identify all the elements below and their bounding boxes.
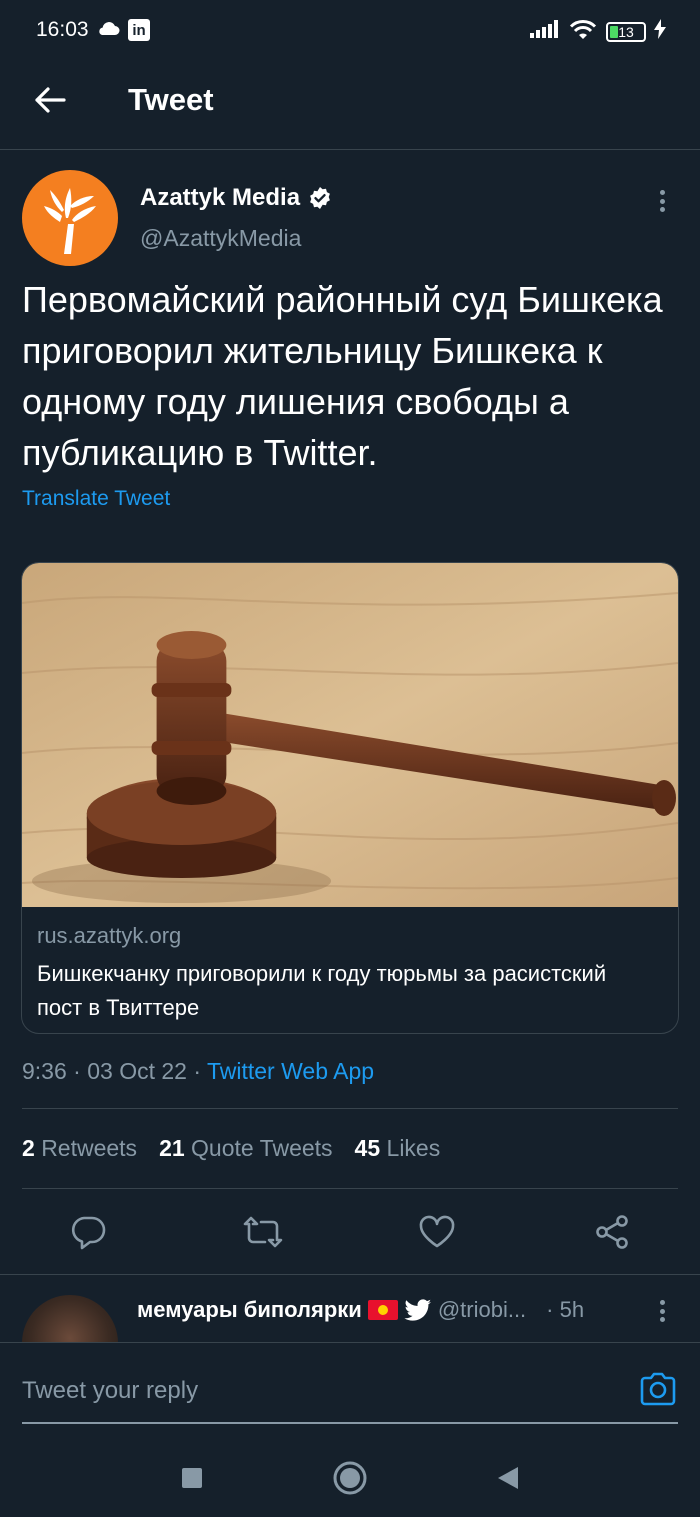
actions-divider	[0, 1274, 700, 1275]
arrow-left-icon	[35, 87, 66, 113]
share-icon	[596, 1215, 628, 1249]
battery-icon: 13	[606, 21, 646, 42]
camera-icon	[640, 1372, 676, 1406]
status-time: 16:03	[36, 18, 89, 41]
author-name[interactable]: Azattyk Media	[140, 184, 332, 212]
author-handle[interactable]: @AzattykMedia	[140, 225, 301, 252]
tweet-actions	[0, 1208, 700, 1256]
retweets-count: 2	[22, 1135, 35, 1161]
separator: ·	[66, 1058, 88, 1084]
cloud-icon	[96, 20, 120, 41]
stats-divider-top	[22, 1108, 678, 1109]
card-domain: rus.azattyk.org	[37, 923, 182, 948]
kyrgyzstan-flag-icon	[367, 1300, 398, 1320]
camera-button[interactable]	[638, 1369, 678, 1409]
system-nav-bar	[0, 1442, 700, 1517]
recents-button[interactable]	[170, 1456, 214, 1500]
likes-label: Likes	[386, 1135, 441, 1161]
reply-button[interactable]	[64, 1208, 112, 1256]
tweet-time: 9:36	[22, 1058, 67, 1084]
likes-stat[interactable]: 45 Likes	[355, 1135, 441, 1162]
translate-tweet-link[interactable]: Translate Tweet	[22, 487, 170, 511]
dot-icon	[659, 190, 665, 195]
quotes-count: 21	[159, 1135, 185, 1161]
heart-icon	[419, 1215, 455, 1248]
retweets-stat[interactable]: 2 Retweets	[22, 1135, 137, 1162]
back-nav-button[interactable]	[486, 1456, 530, 1500]
reply-header[interactable]: мемуары биполярки @triobi... · 5h	[137, 1297, 584, 1323]
charging-icon	[654, 19, 666, 44]
retweets-label: Retweets	[41, 1135, 138, 1161]
square-icon	[182, 1468, 202, 1488]
reply-time: · 5h	[546, 1297, 585, 1322]
tweet-source-link[interactable]: Twitter Web App	[207, 1058, 374, 1084]
dot-icon	[659, 207, 665, 212]
reply-author-handle: @triobi...	[437, 1297, 527, 1322]
retweet-button[interactable]	[239, 1208, 287, 1256]
share-button[interactable]	[588, 1208, 636, 1256]
retweet-icon	[243, 1216, 283, 1248]
card-title: Бишкекчанку приговорили к году тюрьмы за…	[37, 961, 607, 1020]
dot-icon	[659, 1300, 665, 1305]
link-card[interactable]: rus.azattyk.org Бишкекчанку приговорили …	[21, 562, 679, 1034]
quote-tweets-stat[interactable]: 21 Quote Tweets	[159, 1135, 332, 1162]
header-divider	[0, 149, 700, 150]
stats-divider-bottom	[22, 1188, 678, 1189]
tweet-timestamp: 9:36 · 03 Oct 22 · Twitter Web App	[22, 1058, 374, 1085]
gavel-image	[22, 563, 678, 907]
signal-icon	[530, 20, 560, 43]
circle-icon	[333, 1461, 367, 1495]
like-button[interactable]	[413, 1208, 461, 1256]
tweet-date: 03 Oct 22	[87, 1058, 187, 1084]
battery-level: 13	[618, 23, 634, 40]
author-name-text: Azattyk Media	[140, 184, 301, 211]
reply-more-options-button[interactable]	[652, 1298, 672, 1324]
home-button[interactable]	[328, 1456, 372, 1500]
tweet-text: Первомайский районный суд Бишкека пригов…	[22, 279, 663, 473]
verified-badge-icon	[310, 187, 330, 209]
reply-input[interactable]	[22, 1371, 612, 1411]
back-button[interactable]	[30, 80, 70, 120]
wifi-icon	[568, 18, 598, 45]
tweet-stats: 2 Retweets 21 Quote Tweets 45 Likes	[22, 1135, 440, 1162]
separator: ·	[186, 1058, 207, 1084]
dot-icon	[659, 1308, 665, 1314]
likes-count: 45	[354, 1135, 381, 1161]
dot-icon	[659, 198, 665, 204]
status-icons: 13	[530, 18, 666, 45]
dot-icon	[659, 1317, 665, 1322]
linkedin-icon: in	[128, 19, 150, 41]
reply-icon	[71, 1216, 106, 1250]
twitter-bird-icon	[404, 1299, 431, 1321]
reply-composer	[0, 1342, 700, 1442]
triangle-left-icon	[498, 1467, 518, 1489]
more-options-button[interactable]	[652, 186, 672, 216]
composer-underline	[22, 1422, 678, 1424]
reply-author-name: мемуары биполярки	[137, 1297, 362, 1322]
torch-logo-icon	[44, 188, 96, 254]
author-avatar[interactable]	[22, 170, 118, 266]
quotes-label: Quote Tweets	[191, 1135, 333, 1161]
page-title: Tweet	[128, 82, 214, 117]
